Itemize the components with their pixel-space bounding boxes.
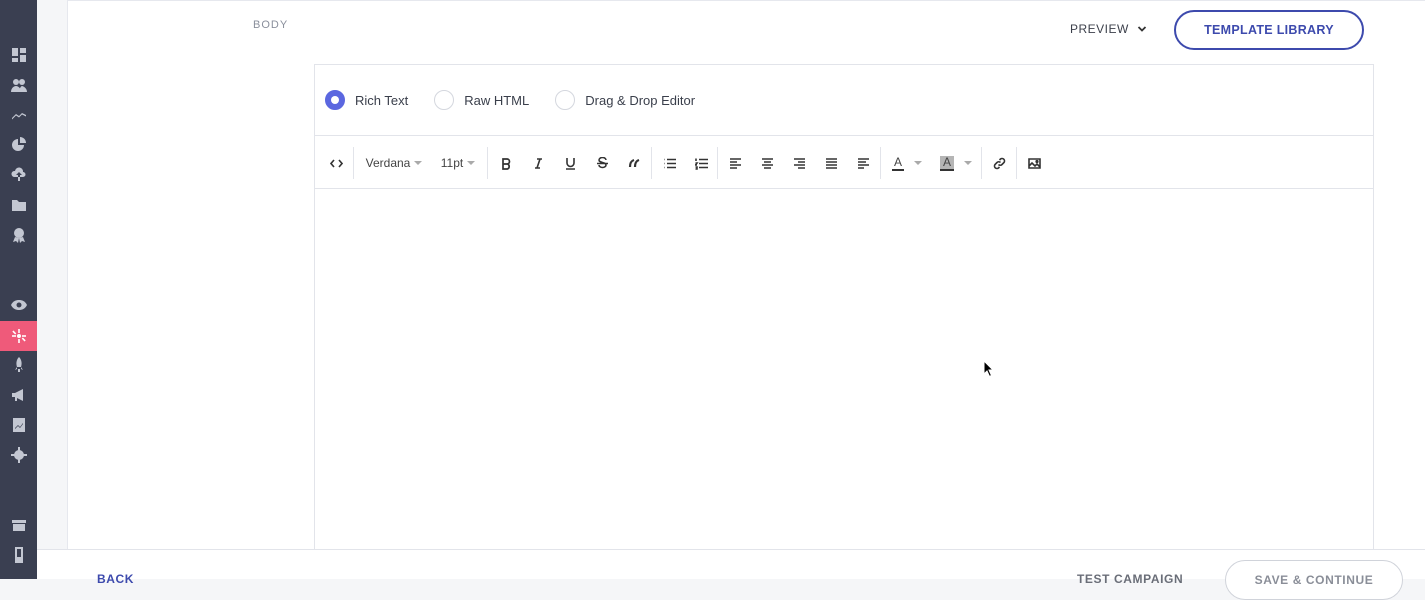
folder-icon[interactable] xyxy=(0,190,37,220)
align-right-icon[interactable] xyxy=(788,150,810,176)
badge-icon[interactable] xyxy=(0,220,37,250)
mode-drag-drop[interactable]: Drag & Drop Editor xyxy=(555,90,695,110)
settings-icon[interactable] xyxy=(0,440,37,470)
pie-chart-icon[interactable] xyxy=(0,130,37,160)
campaigns-icon[interactable] xyxy=(0,321,37,351)
editor-toolbar: Verdana 11pt A A xyxy=(315,137,1373,189)
text-color-button[interactable]: A xyxy=(887,150,927,176)
text-color-icon: A xyxy=(891,154,904,171)
eye-icon[interactable] xyxy=(0,290,37,320)
cloud-upload-icon[interactable] xyxy=(0,160,37,190)
highlight-color-button[interactable]: A xyxy=(935,150,977,176)
underline-icon[interactable] xyxy=(559,150,581,176)
back-button[interactable]: BACK xyxy=(97,572,134,586)
numbered-list-icon[interactable] xyxy=(690,150,712,176)
code-view-icon[interactable] xyxy=(325,150,347,176)
indent-icon[interactable] xyxy=(852,150,874,176)
section-label: BODY xyxy=(253,19,289,31)
mode-label: Drag & Drop Editor xyxy=(585,92,696,108)
font-family-select[interactable]: Verdana xyxy=(363,150,425,176)
trend-icon[interactable] xyxy=(0,100,37,130)
link-icon[interactable] xyxy=(988,150,1010,176)
strikethrough-icon[interactable] xyxy=(591,150,613,176)
preview-label: PREVIEW xyxy=(1070,22,1129,36)
font-size-value: 11pt xyxy=(440,156,464,170)
users-icon[interactable] xyxy=(0,70,37,100)
megaphone-icon[interactable] xyxy=(0,380,37,410)
bulleted-list-icon[interactable] xyxy=(658,150,680,176)
align-left-icon[interactable] xyxy=(724,150,746,176)
mode-label: Raw HTML xyxy=(464,92,530,108)
align-justify-icon[interactable] xyxy=(820,150,842,176)
store-icon[interactable] xyxy=(0,510,37,540)
radio-rich-text[interactable] xyxy=(325,90,345,110)
report-icon[interactable] xyxy=(0,410,37,440)
align-center-icon[interactable] xyxy=(756,150,778,176)
template-library-button[interactable]: TEMPLATE LIBRARY xyxy=(1174,10,1364,50)
image-icon[interactable] xyxy=(1023,150,1045,176)
rocket-icon[interactable] xyxy=(0,350,37,380)
blockquote-icon[interactable] xyxy=(623,150,645,176)
save-continue-button[interactable]: SAVE & CONTINUE xyxy=(1225,560,1403,600)
font-size-select[interactable]: 11pt xyxy=(439,150,477,176)
editor-mode-selector: Rich Text Raw HTML Drag & Drop Editor xyxy=(315,65,1373,136)
test-campaign-button[interactable]: TEST CAMPAIGN xyxy=(1077,572,1183,586)
radio-raw-html[interactable] xyxy=(434,90,455,110)
preview-dropdown[interactable]: PREVIEW xyxy=(1070,22,1147,36)
footer-bar: BACK TEST CAMPAIGN SAVE & CONTINUE xyxy=(37,549,1425,600)
dashboard-icon[interactable] xyxy=(0,40,37,70)
main-panel: BODY PREVIEW TEMPLATE LIBRARY Rich Text … xyxy=(67,0,1425,565)
mode-raw-html[interactable]: Raw HTML xyxy=(434,90,529,110)
mode-label: Rich Text xyxy=(355,92,409,108)
mobile-icon[interactable] xyxy=(0,540,37,570)
mode-rich-text[interactable]: Rich Text xyxy=(325,90,408,110)
italic-icon[interactable] xyxy=(527,150,549,176)
radio-drag-drop[interactable] xyxy=(555,90,576,110)
font-family-value: Verdana xyxy=(365,156,411,170)
rich-text-content-area[interactable] xyxy=(315,189,1373,565)
editor-container: Rich Text Raw HTML Drag & Drop Editor Ve… xyxy=(314,64,1374,565)
chevron-down-icon xyxy=(1137,26,1146,32)
bold-icon[interactable] xyxy=(495,150,517,176)
mouse-cursor-icon xyxy=(983,360,995,378)
highlight-icon: A xyxy=(939,155,954,171)
sidebar xyxy=(0,0,37,579)
